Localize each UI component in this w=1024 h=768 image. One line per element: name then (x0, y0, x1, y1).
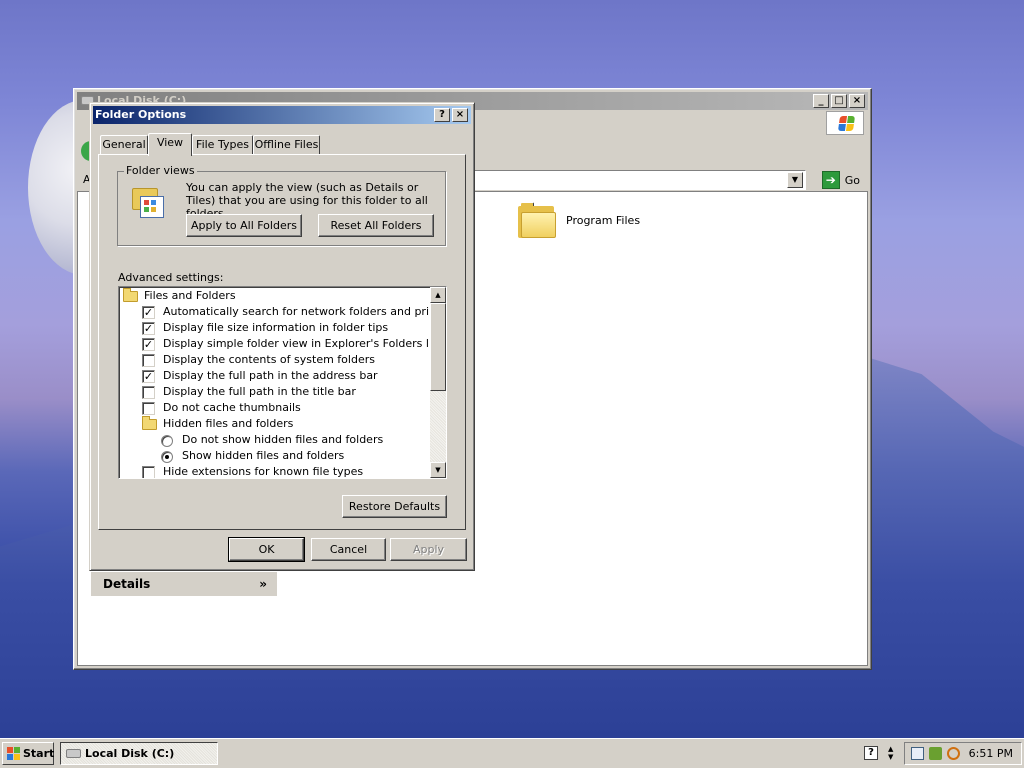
tab-general[interactable]: General (100, 135, 148, 155)
dialog-titlebar[interactable]: Folder Options ? × (93, 106, 471, 124)
dialog-close-button[interactable]: × (452, 108, 468, 122)
checkbox[interactable]: ✓ (142, 322, 155, 335)
scroll-up-icon[interactable]: ▲ (430, 287, 446, 303)
checkbox[interactable] (142, 386, 155, 399)
explorer-window-controls: _ □ × (811, 94, 865, 108)
windows-flag-icon (7, 747, 20, 760)
list-item-label: Display the full path in the address bar (163, 369, 378, 382)
details-label: Details (103, 577, 151, 591)
checkbox[interactable] (142, 402, 155, 415)
apply-to-all-folders-button[interactable]: Apply to All Folders (186, 214, 302, 237)
folder-views-group: Folder views You can apply the view (suc… (117, 164, 446, 246)
maximize-button[interactable]: □ (831, 94, 847, 108)
clock: 6:51 PM (968, 747, 1013, 760)
list-item-label: Files and Folders (144, 289, 236, 302)
go-arrow-icon: ➔ (821, 171, 840, 189)
list-scrollbar[interactable]: ▲ ▼ (430, 287, 446, 478)
reset-all-folders-button[interactable]: Reset All Folders (318, 214, 434, 237)
start-label: Start (23, 747, 55, 760)
minimize-button[interactable]: _ (813, 94, 829, 108)
close-button[interactable]: × (849, 94, 865, 108)
cancel-button[interactable]: Cancel (311, 538, 386, 561)
list-item-label: Display file size information in folder … (163, 321, 389, 334)
radio-button[interactable] (161, 451, 173, 463)
list-item-label: Display the contents of system folders (163, 353, 375, 366)
scroll-thumb[interactable] (430, 303, 446, 391)
windows-logo (826, 111, 864, 135)
tab-view[interactable]: View (148, 133, 192, 156)
tab-offline-files[interactable]: Offline Files (253, 135, 320, 155)
checkbox[interactable]: ✓ (142, 338, 155, 351)
file-item[interactable]: Program Files (518, 202, 640, 238)
folder-views-legend: Folder views (124, 164, 197, 177)
folder-icon (518, 202, 556, 238)
folder-icon (123, 288, 138, 302)
taskbar-item-label: Local Disk (C:) (85, 747, 175, 760)
chevron-down-icon[interactable]: ▼ (787, 172, 803, 188)
taskbar-item-local-disk[interactable]: Local Disk (C:) (60, 742, 218, 765)
details-panel-header[interactable]: Details » (91, 572, 277, 596)
checkbox[interactable] (142, 354, 155, 367)
search-icon[interactable] (947, 747, 960, 760)
system-tray: 6:51 PM (904, 742, 1022, 765)
double-chevron-down-icon[interactable]: » (259, 572, 267, 596)
checkbox[interactable]: ✓ (142, 306, 155, 319)
help-button[interactable]: ? (434, 108, 450, 122)
network-icon[interactable] (911, 747, 924, 760)
radio-button[interactable] (161, 435, 173, 447)
restore-defaults-button[interactable]: Restore Defaults (342, 495, 447, 518)
advanced-settings-label: Advanced settings: (118, 271, 224, 284)
tray-scroll-icon[interactable]: ▲ ▼ (888, 745, 893, 761)
dialog-title: Folder Options (95, 108, 187, 121)
list-item-label: Automatically search for network folders… (163, 305, 447, 318)
tab-file-types[interactable]: File Types (192, 135, 253, 155)
advanced-settings-list[interactable]: Files and Folders ✓ Automatically search f… (118, 286, 447, 479)
list-item-label: Display the full path in the title bar (163, 385, 356, 398)
folder-icon (142, 416, 157, 430)
list-item-label: Hidden files and folders (163, 417, 294, 430)
list-item-label: Do not show hidden files and folders (182, 433, 384, 446)
start-button[interactable]: Start (2, 742, 54, 765)
folder-views-icon (132, 186, 164, 220)
go-label: Go (844, 173, 860, 187)
list-item-label: Show hidden files and folders (182, 449, 345, 462)
taskbar: Start Local Disk (C:) ? ▲ ▼ 6:51 PM (0, 738, 1024, 768)
security-icon[interactable] (929, 747, 942, 760)
go-button[interactable]: ➔ Go (821, 170, 860, 190)
list-item-label: Display simple folder view in Explorer's… (163, 337, 443, 350)
folder-options-dialog: Folder Options ? × General View File Typ… (89, 102, 475, 571)
list-item-label: Do not cache thumbnails (163, 401, 301, 414)
dialog-window-controls: ? × (432, 108, 468, 122)
list-item-label: Hide extensions for known file types (163, 465, 364, 478)
ok-button[interactable]: OK (228, 537, 305, 562)
windows-flag-icon (837, 116, 856, 131)
file-name: Program Files (566, 213, 641, 227)
drive-icon (66, 749, 81, 758)
checkbox[interactable] (142, 466, 155, 478)
help-icon[interactable]: ? (864, 746, 878, 760)
apply-button[interactable]: Apply (390, 538, 467, 561)
checkbox[interactable]: ✓ (142, 370, 155, 383)
scroll-down-icon[interactable]: ▼ (430, 462, 446, 478)
